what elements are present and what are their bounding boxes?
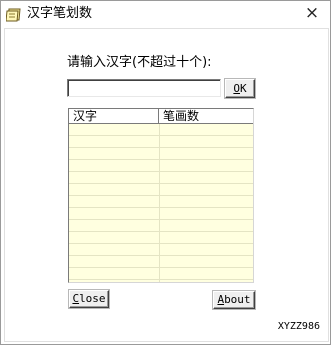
column-divider bbox=[159, 124, 160, 282]
table-row bbox=[69, 196, 253, 208]
table-row bbox=[69, 184, 253, 196]
notepad-icon bbox=[5, 7, 22, 22]
hanzi-input[interactable] bbox=[67, 79, 221, 97]
table-row bbox=[69, 256, 253, 268]
author-watermark: XYZZ986 bbox=[277, 321, 320, 332]
about-button[interactable]: About bbox=[213, 291, 255, 309]
table-row bbox=[69, 124, 253, 136]
table-row bbox=[69, 172, 253, 184]
table-body bbox=[69, 124, 253, 282]
ok-button-label: OK bbox=[233, 82, 247, 95]
close-button-label: Close bbox=[72, 292, 106, 305]
window-title: 汉字笔划数 bbox=[27, 6, 93, 21]
table-row bbox=[69, 148, 253, 160]
table-row bbox=[69, 232, 253, 244]
column-header-strokes[interactable]: 笔画数 bbox=[159, 109, 253, 123]
input-prompt: 请输入汉字(不超过十个): bbox=[67, 55, 212, 70]
table-row bbox=[69, 244, 253, 256]
table-row bbox=[69, 220, 253, 232]
column-header-hanzi[interactable]: 汉字 bbox=[69, 109, 159, 123]
title-bar: 汉字笔划数 × bbox=[1, 1, 330, 28]
table-row bbox=[69, 208, 253, 220]
close-button[interactable]: Close bbox=[69, 290, 109, 308]
table-header: 汉字 笔画数 bbox=[69, 109, 253, 124]
about-button-label: About bbox=[217, 293, 251, 306]
table-row bbox=[69, 136, 253, 148]
table-row bbox=[69, 268, 253, 280]
client-area: 请输入汉字(不超过十个): OK 汉字 笔画数 Close About XYZZ… bbox=[4, 28, 329, 342]
table-row bbox=[69, 160, 253, 172]
app-window: 汉字笔划数 × 请输入汉字(不超过十个): OK 汉字 笔画数 Close Ab… bbox=[0, 0, 331, 345]
ok-button[interactable]: OK bbox=[225, 79, 255, 98]
close-window-icon[interactable]: × bbox=[299, 2, 325, 24]
stroke-count-table[interactable]: 汉字 笔画数 bbox=[68, 108, 254, 283]
